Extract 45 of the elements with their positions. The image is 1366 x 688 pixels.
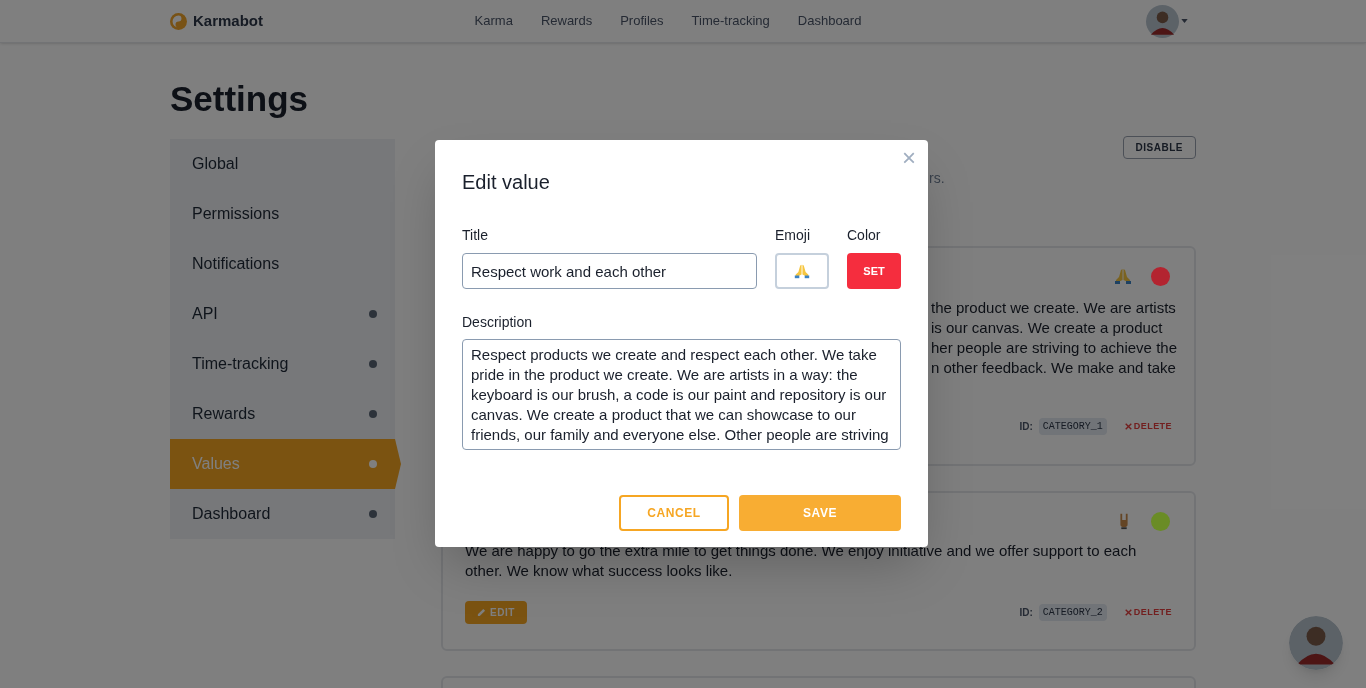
id-code: CATEGORY_1 — [1038, 418, 1107, 435]
menu-item[interactable]: Global — [170, 139, 395, 189]
close-button[interactable]: × — [902, 146, 916, 170]
brand-name[interactable]: Karmabot — [193, 9, 263, 33]
caret-icon[interactable] — [1181, 19, 1188, 23]
field-label: Description — [462, 313, 534, 332]
praying-hands-icon — [793, 262, 811, 280]
menu-item[interactable]: Time-tracking — [170, 339, 395, 389]
dialog-title: Edit value — [462, 170, 551, 194]
field-label: Emoji — [775, 226, 811, 245]
nav-link[interactable]: Rewards — [540, 11, 593, 31]
description-line: is our canvas. We create a product — [931, 318, 1163, 338]
id-label: ID: — [1019, 606, 1033, 620]
menu-item[interactable]: Dashboard — [170, 489, 395, 539]
field-label: Title — [462, 226, 489, 245]
settings-description: rs. — [929, 169, 945, 188]
close-icon — [1124, 423, 1132, 430]
logo-icon — [170, 12, 187, 30]
nav-link[interactable]: Time-tracking — [691, 11, 770, 31]
disable-button[interactable]: DISABLE — [1122, 136, 1196, 159]
page-title: Settings — [170, 79, 310, 119]
user-avatar[interactable] — [1146, 4, 1179, 38]
pencil-icon — [477, 608, 486, 617]
delete-link[interactable]: DELETE — [1124, 605, 1172, 620]
color-button[interactable]: SET — [847, 253, 901, 289]
id-label: ID: — [1019, 420, 1033, 434]
nav-link[interactable]: Karma — [474, 11, 513, 31]
title-field[interactable]: Respect work and each other — [462, 253, 757, 289]
field-label: Color — [847, 226, 882, 245]
cancel-button[interactable]: CANCEL — [619, 495, 729, 531]
menu-item[interactable]: Permissions — [170, 189, 395, 239]
delete-link[interactable]: DELETE — [1124, 419, 1172, 434]
chat-avatar[interactable] — [1289, 616, 1343, 670]
nav-link[interactable]: Dashboard — [797, 11, 862, 31]
description-line: n other feedback. We make and take — [931, 358, 1176, 378]
nav-link[interactable]: Profiles — [620, 11, 664, 31]
description-line: her people are striving to achieve the — [931, 338, 1177, 358]
description-field[interactable]: Respect products we create and respect each other. We take pride in the product we create. We are artists in a way: the keyboard is our brush, a code is our paint and repository is our canvas. We create a product that we can showcase to our friends, our family and everyone else. Other people are striving — [462, 339, 901, 450]
close-icon — [1124, 609, 1132, 616]
praying-hands-icon — [1113, 266, 1133, 286]
menu-item[interactable]: API — [170, 289, 395, 339]
description-line: the product we create. We are artists — [931, 298, 1176, 318]
menu-item[interactable]: Notifications — [170, 239, 395, 289]
menu-item[interactable]: Rewards — [170, 389, 395, 439]
id-code: CATEGORY_2 — [1038, 604, 1107, 621]
